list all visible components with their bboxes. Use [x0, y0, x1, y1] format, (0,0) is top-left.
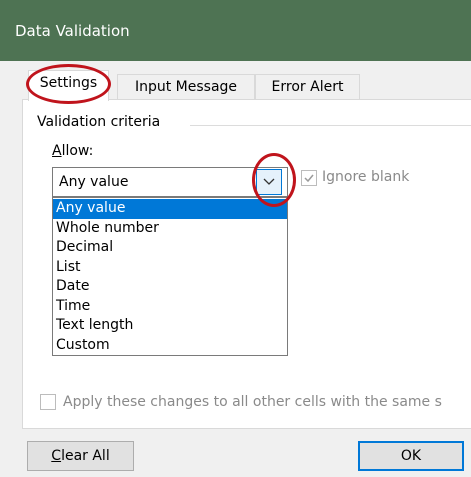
- allow-combobox-value: Any value: [59, 174, 129, 190]
- tab-error-alert[interactable]: Error Alert: [255, 74, 360, 100]
- ignore-blank-checkbox[interactable]: [301, 170, 317, 186]
- allow-label-text: llow:: [61, 143, 94, 159]
- checkmark-icon: [304, 174, 314, 183]
- chevron-down-icon: [263, 178, 275, 185]
- data-validation-dialog: Data Validation Settings Input Message E…: [0, 0, 471, 477]
- allow-label-accelerator: A: [52, 143, 62, 159]
- validation-criteria-label: Validation criteria: [37, 114, 167, 130]
- allow-combobox[interactable]: Any value: [52, 167, 288, 197]
- allow-label: Allow:: [52, 143, 93, 159]
- allow-dropdown-list: Any value Whole number Decimal List Date…: [52, 197, 288, 356]
- dropdown-option-time[interactable]: Time: [53, 297, 287, 317]
- dropdown-option-any-value[interactable]: Any value: [53, 199, 287, 219]
- clear-all-label: lear All: [61, 448, 110, 464]
- clear-all-button[interactable]: Clear All: [27, 441, 134, 471]
- window-title: Data Validation: [15, 22, 130, 40]
- allow-dropdown-button[interactable]: [256, 169, 282, 195]
- dropdown-option-decimal[interactable]: Decimal: [53, 238, 287, 258]
- tab-input-message[interactable]: Input Message: [117, 74, 255, 100]
- apply-all-checkbox[interactable]: [40, 394, 56, 410]
- dropdown-option-text-length[interactable]: Text length: [53, 316, 287, 336]
- dropdown-option-whole-number[interactable]: Whole number: [53, 219, 287, 239]
- apply-all-label: Apply these changes to all other cells w…: [63, 394, 442, 410]
- group-divider: [190, 125, 471, 126]
- tab-settings[interactable]: Settings: [28, 70, 109, 101]
- dropdown-option-list[interactable]: List: [53, 258, 287, 278]
- ignore-blank-label: Ignore blank: [322, 169, 410, 185]
- clear-all-accelerator: C: [51, 448, 62, 464]
- dropdown-option-date[interactable]: Date: [53, 277, 287, 297]
- title-bar[interactable]: Data Validation: [0, 0, 471, 61]
- dropdown-option-custom[interactable]: Custom: [53, 336, 287, 356]
- ok-button[interactable]: OK: [358, 441, 464, 471]
